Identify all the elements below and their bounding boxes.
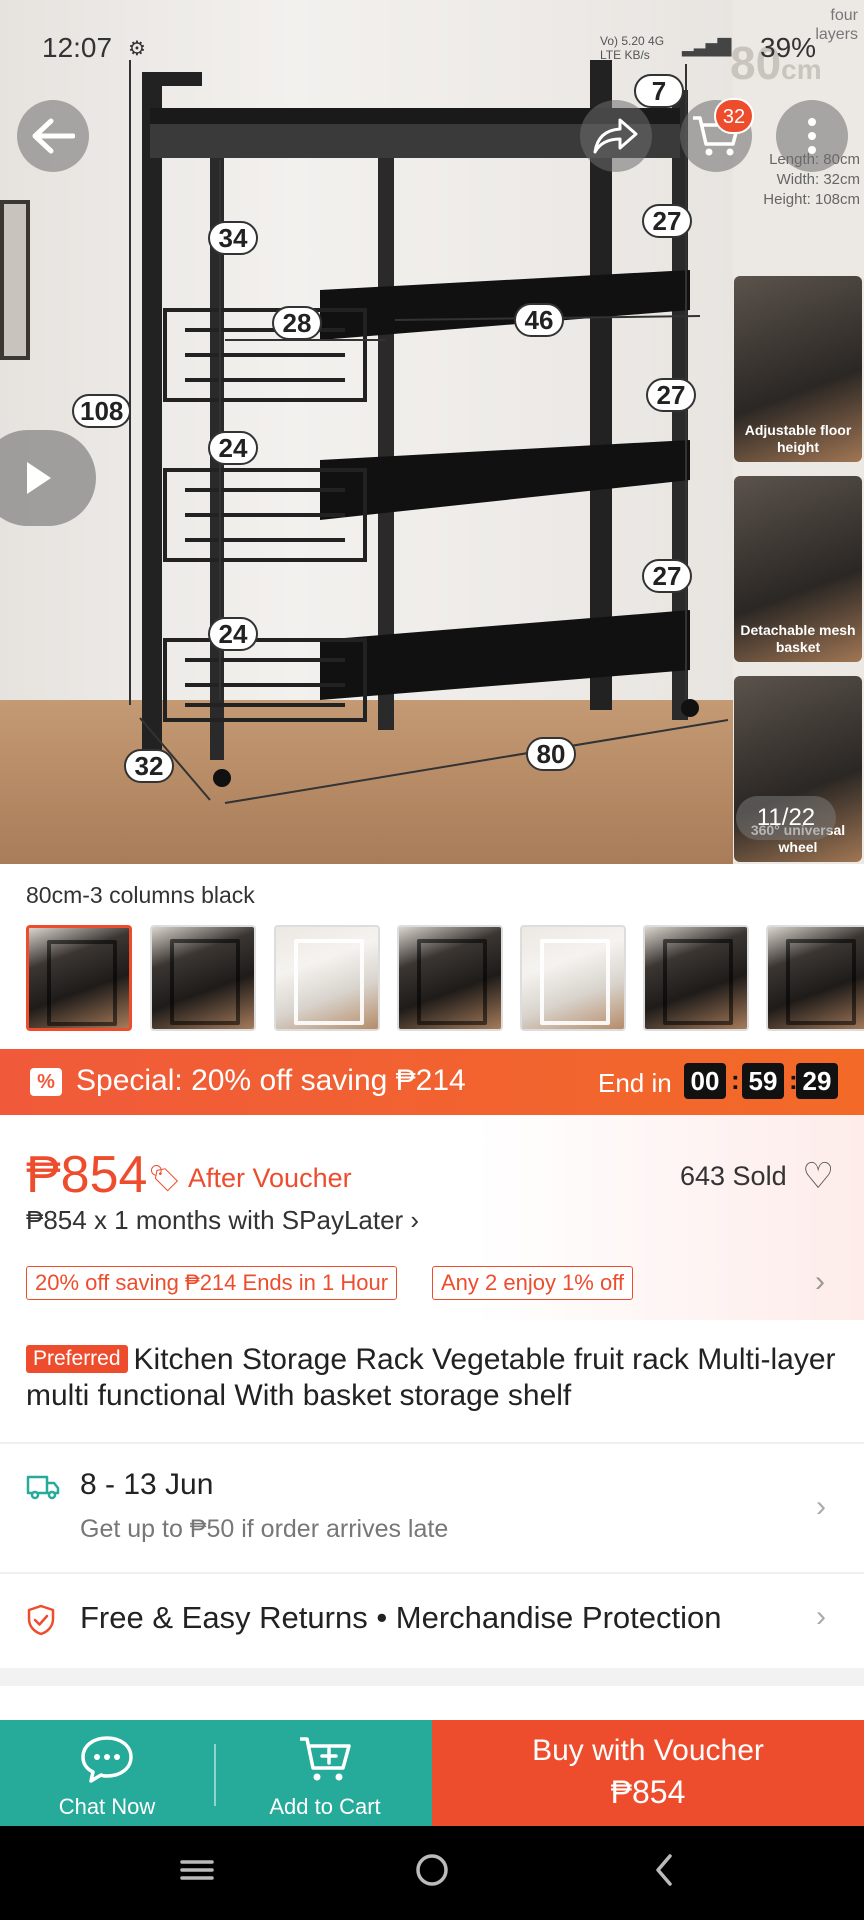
- chevron-right-icon[interactable]: ›: [816, 1490, 826, 1524]
- after-voucher-label: After Voucher: [188, 1163, 352, 1193]
- chat-now-button[interactable]: Chat Now: [0, 1720, 214, 1826]
- bottom-action-bar: Chat Now Add to Cart Buy with Voucher ₱8…: [0, 1720, 864, 1826]
- discount-icon: %: [30, 1068, 62, 1096]
- button-separator: [214, 1744, 216, 1806]
- dim-label-top: 7: [634, 74, 684, 108]
- dim-label-80: 80: [526, 737, 576, 771]
- network-line-1: Vo) 5.20 4G: [600, 34, 665, 48]
- promo-tag[interactable]: 20% off saving ₱214 Ends in 1 Hour: [26, 1266, 398, 1300]
- divider: [0, 1442, 864, 1444]
- dim-label-24b: 24: [208, 617, 258, 651]
- chevron-right-icon[interactable]: ›: [815, 1265, 825, 1299]
- divider: [0, 1572, 864, 1574]
- feature-caption: Adjustable floor height: [744, 422, 852, 455]
- price-block: ₱854 🏷 After Voucher 643 Sold ♡ ₱854 x 1…: [0, 1115, 864, 1320]
- dim-label-27c: 27: [642, 559, 692, 593]
- variant-thumb[interactable]: [150, 925, 256, 1031]
- feature-caption: Detachable mesh basket: [740, 622, 856, 655]
- buy-label: Buy with Voucher: [532, 1734, 764, 1767]
- section-gap: [0, 1668, 864, 1686]
- variant-thumb[interactable]: [643, 925, 749, 1031]
- image-counter: 11/22: [736, 796, 836, 840]
- chat-now-label: Chat Now: [58, 1794, 156, 1819]
- cart-count-badge: 32: [714, 98, 754, 134]
- timer-separator: :: [731, 1065, 740, 1095]
- back-arrow-icon: [32, 118, 75, 154]
- battery-level: 39%: [760, 32, 817, 63]
- feature-thumb-basket: Detachable mesh basket: [734, 476, 862, 662]
- dim-label-32: 32: [124, 749, 174, 783]
- home-button[interactable]: [414, 1850, 450, 1895]
- bottom-green-area: Chat Now Add to Cart: [0, 1720, 432, 1826]
- spec-width: Width: 32cm: [776, 171, 860, 188]
- variant-thumb[interactable]: [520, 925, 626, 1031]
- dim-label-34: 34: [208, 221, 258, 255]
- spaylater-link[interactable]: ₱854 x 1 months with SPayLater ›: [26, 1205, 419, 1236]
- returns-protection[interactable]: Free & Easy Returns • Merchandise Protec…: [80, 1600, 721, 1636]
- delivery-truck-icon: [26, 1474, 60, 1505]
- back-button[interactable]: [17, 100, 89, 172]
- product-title-text: Kitchen Storage Rack Vegetable fruit rac…: [26, 1343, 836, 1412]
- shield-check-icon: [26, 1604, 56, 1641]
- network-line-2: LTE KB/s: [600, 48, 650, 62]
- variant-thumbnails: [26, 925, 864, 1031]
- variant-thumb[interactable]: [766, 925, 864, 1031]
- add-to-cart-label: Add to Cart: [269, 1794, 381, 1819]
- preferred-badge: Preferred: [26, 1345, 128, 1373]
- variant-thumb[interactable]: [397, 925, 503, 1031]
- timer-seconds: 29: [796, 1063, 838, 1099]
- feature-thumb-floor: Adjustable floor height: [734, 276, 862, 462]
- price: ₱854: [26, 1146, 148, 1204]
- delivery-guarantee: Get up to ₱50 if order arrives late: [80, 1515, 449, 1543]
- variant-thumb[interactable]: [274, 925, 380, 1031]
- add-cart-icon: [300, 1737, 351, 1781]
- sold-count: 643 Sold: [680, 1161, 787, 1191]
- variant-thumb[interactable]: [26, 925, 132, 1031]
- home-circle-icon: [416, 1854, 448, 1886]
- delivery-date[interactable]: 8 - 13 Jun: [80, 1468, 213, 1502]
- chat-bubble-icon: [81, 1736, 133, 1783]
- add-to-cart-button[interactable]: Add to Cart: [218, 1720, 432, 1826]
- buy-price: ₱854: [610, 1774, 686, 1810]
- back-chevron-icon: [656, 1854, 672, 1886]
- dim-label-height: 108: [72, 394, 132, 428]
- play-video-button[interactable]: [0, 430, 96, 526]
- end-in-label: End in: [598, 1068, 672, 1098]
- status-time: 12:07: [42, 32, 113, 63]
- timer-minutes: 59: [742, 1063, 784, 1099]
- spec-height: Height: 108cm: [763, 191, 860, 208]
- signal-icon: ▂▃▅▇: [682, 36, 731, 56]
- promo-tag[interactable]: Any 2 enjoy 1% off: [432, 1266, 634, 1300]
- flash-sale-text: Special: 20% off saving ₱214: [76, 1064, 466, 1097]
- system-back-button[interactable]: [652, 1850, 678, 1895]
- timer-hours: 00: [684, 1063, 726, 1099]
- dim-label-24a: 24: [208, 431, 258, 465]
- settings-notification-icon: ⚙: [128, 38, 146, 60]
- more-vertical-icon: [808, 118, 816, 154]
- buy-with-voucher-button[interactable]: Buy with Voucher ₱854: [432, 1720, 864, 1826]
- more-options-button[interactable]: [776, 100, 848, 172]
- like-heart-icon[interactable]: ♡: [802, 1155, 834, 1197]
- variant-name: 80cm-3 columns black: [26, 882, 255, 908]
- product-title: Preferred Kitchen Storage Rack Vegetable …: [26, 1342, 846, 1414]
- dim-label-28: 28: [272, 306, 322, 340]
- share-button[interactable]: [580, 100, 652, 172]
- system-navigation-bar: [0, 1826, 864, 1920]
- chevron-right-icon[interactable]: ›: [816, 1600, 826, 1634]
- network-speed: Vo) 5.20 4G LTE KB/s: [600, 34, 664, 62]
- dim-label-46: 46: [514, 303, 564, 337]
- menu-lines-icon: [180, 1860, 214, 1880]
- share-icon: [593, 118, 638, 154]
- dim-label-27a: 27: [642, 204, 692, 238]
- play-icon: [27, 462, 51, 494]
- recent-apps-button[interactable]: [180, 1850, 214, 1895]
- voucher-icon: 🏷: [148, 1163, 182, 1193]
- dim-label-27b: 27: [646, 378, 696, 412]
- flash-sale-bar[interactable]: % Special: 20% off saving ₱214 End in 00…: [0, 1049, 864, 1115]
- product-page: 7 108 34 28 24 24 46 27 27 27 32 80 four…: [0, 0, 864, 1920]
- product-image-carousel[interactable]: 7 108 34 28 24 24 46 27 27 27 32 80 four…: [0, 0, 864, 864]
